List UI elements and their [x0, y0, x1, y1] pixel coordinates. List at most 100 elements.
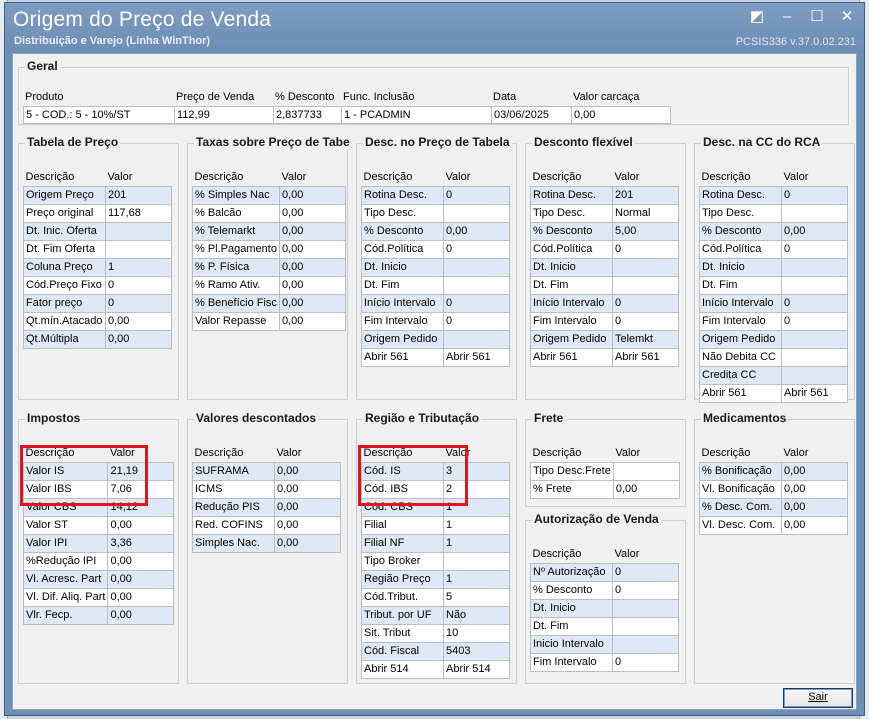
row-label: Credita CC — [699, 365, 782, 385]
row-value: 0 — [612, 562, 679, 582]
table-row: Não Debita CC — [699, 347, 848, 367]
row-label: Valor Repasse — [192, 311, 280, 331]
row-value: 0 — [612, 293, 679, 313]
abrir-link[interactable]: Abrir 561 — [443, 347, 510, 367]
minimize-button[interactable]: – — [778, 9, 796, 25]
table-row: Dt. Fim — [530, 275, 679, 295]
row-label: Fim Intervalo — [361, 311, 444, 331]
desc-rca-table: Descrição Valor Rotina Desc. 0 Tipo Desc.% D… — [699, 168, 848, 403]
row-label: Inicio Intervalo — [530, 634, 613, 654]
abrir-link[interactable]: Abrir 561 — [781, 383, 848, 403]
table-row: % Ramo Ativ. 0,00 — [192, 275, 346, 295]
table-row: Dt. Inicio — [361, 257, 510, 277]
table-row: %Redução IPI 0,00 — [22, 551, 175, 571]
column-header-valor: Valor — [445, 170, 471, 183]
row-label: Abrir 561 — [361, 347, 444, 367]
title-bar[interactable]: Origem do Preço de Venda Distribuição e … — [5, 3, 864, 53]
abrir-link[interactable]: Abrir 514 — [443, 659, 510, 679]
row-label: Rotina Desc. — [530, 185, 613, 205]
table-row: Coluna Preço 1 — [23, 257, 172, 277]
table-row: SUFRAMA 0,00 — [192, 461, 341, 481]
row-value: 0,00 — [612, 479, 680, 499]
row-value — [443, 203, 510, 223]
table-row: Filial NF 1 — [361, 533, 510, 553]
geral-header: Data — [493, 91, 517, 103]
row-label: ICMS — [192, 479, 275, 499]
row-label: % Desc. Com. — [699, 497, 782, 517]
geral-header: % Desconto — [275, 91, 335, 103]
row-value — [612, 598, 679, 618]
column-header-valor: Valor — [107, 170, 133, 183]
geral-header: Preço de Venda — [176, 91, 255, 103]
table-row: Região Preço 1 — [361, 569, 510, 589]
desc-flexivel-table: Descrição Valor Rotina Desc. 201 Tipo Desc. N… — [530, 168, 679, 367]
column-header-descricao: Descrição — [25, 170, 75, 183]
row-label: Cód. Fiscal — [361, 641, 444, 661]
version-label: PCSIS336 v.37.0.02.231 — [735, 36, 856, 48]
row-label: Tipo Desc. — [699, 203, 782, 223]
row-value: 0,00 — [443, 221, 510, 241]
row-value — [105, 221, 172, 241]
row-label: Cód. CBS — [361, 497, 444, 517]
column-header-valor: Valor — [783, 446, 809, 459]
group-desc-flexivel: Desconto flexível Descrição Valor Rotina D… — [525, 135, 686, 400]
row-value: 0,00 — [278, 257, 346, 277]
table-row: Fim Intervalo 0 — [699, 311, 848, 331]
row-label: % Balcão — [192, 203, 280, 223]
table-row: Vl. Desc. Com. 0,00 — [699, 515, 848, 535]
row-value — [781, 365, 848, 385]
tabela-preco-table: Descrição Valor Origem Preço 201 Preço origi… — [23, 168, 172, 349]
group-regiao-tributacao: Região e Tributação Descrição Valor Cód. I… — [356, 411, 517, 684]
frete-table: Descrição Valor Tipo Desc.Frete% Frete 0,00 — [530, 444, 680, 499]
column-header-descricao: Descrição — [194, 170, 244, 183]
row-label: Origem Pedido — [361, 329, 444, 349]
row-value — [443, 329, 510, 349]
table-row: Cód. Fiscal 5403 — [361, 641, 510, 661]
row-value: 0,00 — [105, 329, 172, 349]
row-label: Região Preço — [361, 569, 444, 589]
row-value: 0,00 — [107, 551, 175, 571]
row-value: 3 — [443, 461, 510, 481]
row-value: Não — [443, 605, 510, 625]
row-label: Abrir 514 — [361, 659, 444, 679]
row-value: 0 — [781, 293, 848, 313]
row-label: Dt. Inicio — [530, 598, 613, 618]
column-header-valor: Valor — [109, 446, 135, 459]
table-row: Fim Intervalo 0 — [530, 311, 679, 331]
row-label: Dt. Fim — [361, 275, 444, 295]
group-title-desc-tabela: Desc. no Preço de Tabela — [363, 135, 512, 149]
abrir-link[interactable]: Abrir 561 — [612, 347, 679, 367]
table-row: Cód. CBS 1 — [361, 497, 510, 517]
table-row: ICMS 0,00 — [192, 479, 341, 499]
column-header-descricao: Descrição — [25, 446, 75, 459]
table-row: Cód. IS 3 — [361, 461, 510, 481]
row-value: 0 — [443, 185, 510, 205]
row-label: Qt.Múltipla — [23, 329, 106, 349]
table-row: Início Intervalo 0 — [530, 293, 679, 313]
maximize-button[interactable]: ☐ — [808, 9, 826, 25]
row-label: Dt. Inicio — [699, 257, 782, 277]
row-value: 5403 — [443, 641, 510, 661]
table-row: Qt.Múltipla 0,00 — [23, 329, 172, 349]
table-row: Dt. Fim — [699, 275, 848, 295]
sair-label: Sair — [808, 691, 828, 703]
table-row: Origem Pedido — [699, 329, 848, 349]
table-row: Origem Pedido Telemkt — [530, 329, 679, 349]
restore-layout-icon[interactable]: ◩ — [748, 9, 766, 25]
column-header-descricao: Descrição — [701, 446, 751, 459]
row-label: Simples Nac. — [192, 533, 275, 553]
row-label: Red. COFINS — [192, 515, 275, 535]
row-value: 117,68 — [105, 203, 172, 223]
table-row: Filial 1 — [361, 515, 510, 535]
row-label: Cód. IBS — [361, 479, 444, 499]
table-row: Sit. Tribut 10 — [361, 623, 510, 643]
row-label: Fator preço — [23, 293, 106, 313]
row-value: 0,00 — [274, 497, 341, 517]
table-row: Tipo Desc. — [699, 203, 848, 223]
row-label: Tipo Broker — [361, 551, 444, 571]
row-label: Cód. IS — [361, 461, 444, 481]
close-button[interactable]: ✕ — [838, 9, 856, 25]
row-value: 0,00 — [278, 311, 346, 331]
sair-button[interactable]: Sair — [783, 688, 853, 708]
row-label: Nº Autorização — [530, 562, 613, 582]
